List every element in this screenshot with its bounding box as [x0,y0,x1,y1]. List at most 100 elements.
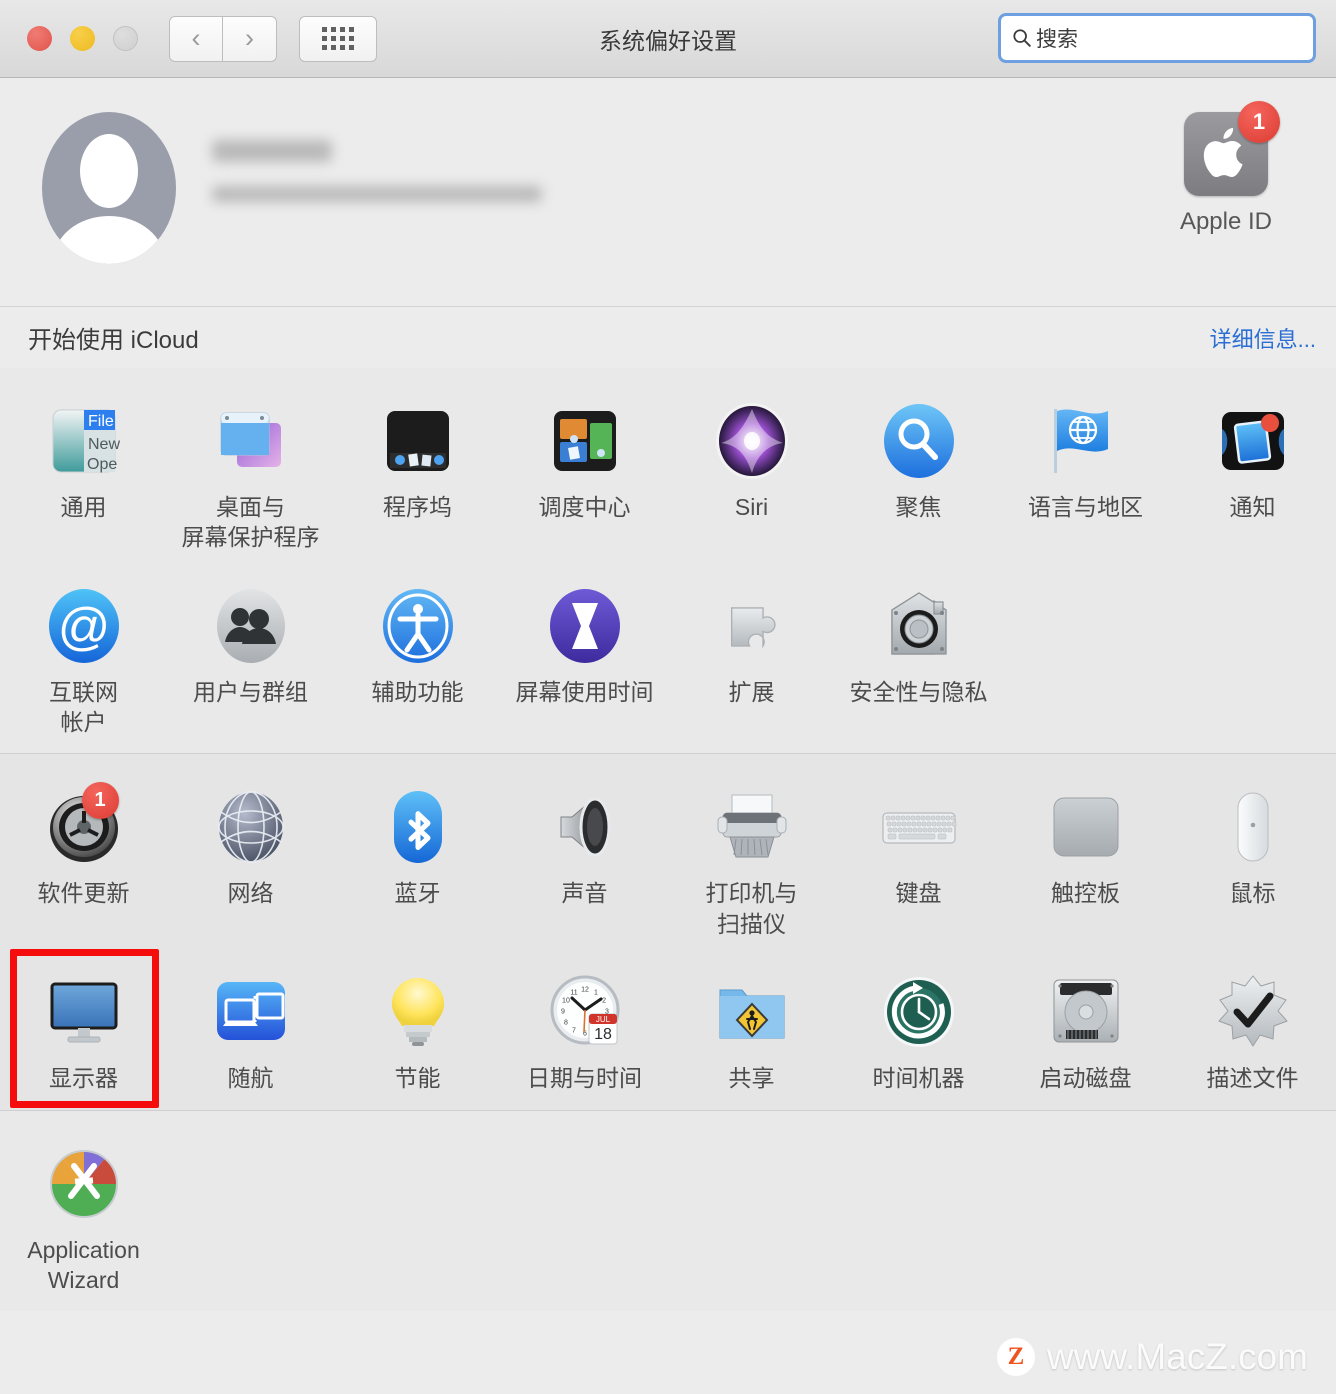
avatar-head [80,134,138,208]
pref-pane-application-wizard[interactable]: Application Wizard [0,1129,167,1308]
mission-control-icon [544,400,626,482]
pref-pane-label: 通知 [1229,494,1276,520]
pref-pane-label: Application Wizard [27,1236,140,1293]
pref-pane-displays[interactable]: 显示器 [0,949,167,1108]
traffic-lights [27,26,138,51]
show-all-button[interactable] [299,15,377,62]
pref-pane-label: 聚焦 [895,494,942,520]
pref-pane-label: 触控板 [1051,880,1120,907]
pref-pane-spotlight[interactable]: 聚焦 [835,386,1002,565]
pref-pane-siri[interactable]: Siri [668,386,835,565]
icon-grid: File New Ope 通用 桌面与 屏幕保护程序 程序坞 调度中心 Siri… [0,386,1336,749]
pref-pane-screen-time[interactable]: 屏幕使用时间 [501,571,668,750]
pref-pane-dock[interactable]: 程序坞 [334,386,501,565]
pref-pane-startup-disk[interactable]: 启动磁盘 [1002,957,1169,1105]
pref-pane-sound[interactable]: 声音 [501,772,668,951]
pref-pane-printers-scanners[interactable]: 打印机与 扫描仪 [668,772,835,951]
pref-pane-label: 辅助功能 [371,678,464,705]
icloud-label: 开始使用 iCloud [28,327,199,354]
pref-pane-date-time[interactable]: 123456789101112 JUL 18日期与时间 [501,957,668,1105]
svg-text:New: New [88,436,120,453]
pref-pane-sidecar[interactable]: 随航 [167,957,334,1105]
pref-pane-network[interactable]: 网络 [167,772,334,951]
date-time-icon: 123456789101112 JUL 18 [544,971,626,1053]
pref-pane-security-privacy[interactable]: 安全性与隐私 [835,571,1002,750]
pref-pane-label: 节能 [394,1065,441,1092]
pref-pane-desktop-screensaver[interactable]: 桌面与 屏幕保护程序 [167,386,334,565]
account-name-redacted [212,140,332,162]
search-field[interactable]: 搜索 [998,13,1316,63]
pref-pane-label: 声音 [561,880,608,907]
svg-text:2: 2 [602,998,606,1005]
application-wizard-icon [43,1143,125,1225]
watermark-text: www.MacZ.com [1046,1336,1308,1377]
pref-pane-keyboard[interactable]: 键盘 [835,772,1002,951]
pref-pane-energy-saver[interactable]: 节能 [334,957,501,1105]
account-banner: 1 Apple ID [0,78,1336,306]
pref-pane-label: 语言与地区 [1028,494,1143,520]
startup-disk-icon [1045,971,1127,1053]
pref-pane-label: 安全性与隐私 [849,678,988,705]
preferences-section-hardware: 1 软件更新 网络 蓝牙 声音 打印机与 扫描仪 键盘 触控板 鼠标 显示器 随… [0,753,1336,1110]
pref-pane-sharing[interactable]: 共享 [668,957,835,1105]
pref-pane-general[interactable]: File New Ope 通用 [0,386,167,565]
pref-pane-label: 随航 [227,1065,274,1092]
internet-accounts-icon: @ [43,585,125,667]
preferences-section-personal: File New Ope 通用 桌面与 屏幕保护程序 程序坞 调度中心 Siri… [0,368,1336,754]
icloud-details-link[interactable]: 详细信息... [1210,322,1316,354]
pref-pane-mission-control[interactable]: 调度中心 [501,386,668,565]
sound-icon [544,786,626,868]
search-placeholder: 搜索 [1036,28,1078,51]
extensions-icon [711,585,793,667]
search-icon [1013,29,1031,47]
pref-pane-notifications[interactable]: 通知 [1169,386,1336,565]
pref-pane-mouse[interactable]: 鼠标 [1169,772,1336,951]
pref-pane-label: 网络 [227,880,274,907]
profiles-icon [1212,971,1294,1053]
svg-text:10: 10 [562,998,570,1005]
security-privacy-icon [878,585,960,667]
svg-text:JUL: JUL [595,1015,610,1024]
pref-pane-label: 时间机器 [872,1065,965,1092]
printers-scanners-icon [711,786,793,868]
pref-pane-label: 桌面与 屏幕保护程序 [181,494,320,551]
apple-id-item[interactable]: 1 Apple ID [1179,101,1280,236]
notification-badge: 1 [81,782,119,820]
pref-pane-trackpad[interactable]: 触控板 [1002,772,1169,951]
pref-pane-label: 蓝牙 [394,880,441,907]
energy-saver-icon [377,971,459,1053]
window-titlebar: ‹ › 系统偏好设置 搜索 [0,0,1336,78]
preferences-section-other: Application Wizard [0,1109,1336,1312]
close-button[interactable] [27,26,52,51]
svg-text:1: 1 [594,990,598,997]
icloud-banner: 开始使用 iCloud 详细信息... [0,306,1336,368]
pref-pane-extensions[interactable]: 扩展 [668,571,835,750]
minimize-button[interactable] [70,26,95,51]
mouse-icon [1212,786,1294,868]
pref-pane-internet-accounts[interactable]: @ 互联网 帐户 [0,571,167,750]
pref-pane-bluetooth[interactable]: 蓝牙 [334,772,501,951]
svg-text:9: 9 [561,1009,565,1016]
macz-logo-icon: Z [996,1338,1035,1376]
language-region-icon [1045,400,1127,482]
apple-id-label: Apple ID [1179,208,1272,235]
accessibility-icon [377,585,459,667]
general-icon: File New Ope [43,400,125,482]
pref-pane-accessibility[interactable]: 辅助功能 [334,571,501,750]
zoom-button[interactable] [113,26,138,51]
user-avatar-icon[interactable] [42,112,176,264]
pref-pane-language-region[interactable]: 语言与地区 [1002,386,1169,565]
pref-pane-software-update[interactable]: 1 软件更新 [0,772,167,951]
pref-pane-profiles[interactable]: 描述文件 [1169,957,1336,1105]
pref-pane-time-machine[interactable]: 时间机器 [835,957,1002,1105]
keyboard-icon [878,786,960,868]
svg-text:@: @ [57,598,110,656]
pref-pane-label: 调度中心 [538,494,631,520]
pref-pane-label: 程序坞 [383,494,452,520]
forward-button[interactable]: › [223,15,277,62]
pref-pane-label: 用户与群组 [193,678,308,705]
pref-pane-users-groups[interactable]: 用户与群组 [167,571,334,750]
account-detail-redacted [212,186,542,202]
avatar-body [53,216,165,264]
back-button[interactable]: ‹ [169,15,223,62]
